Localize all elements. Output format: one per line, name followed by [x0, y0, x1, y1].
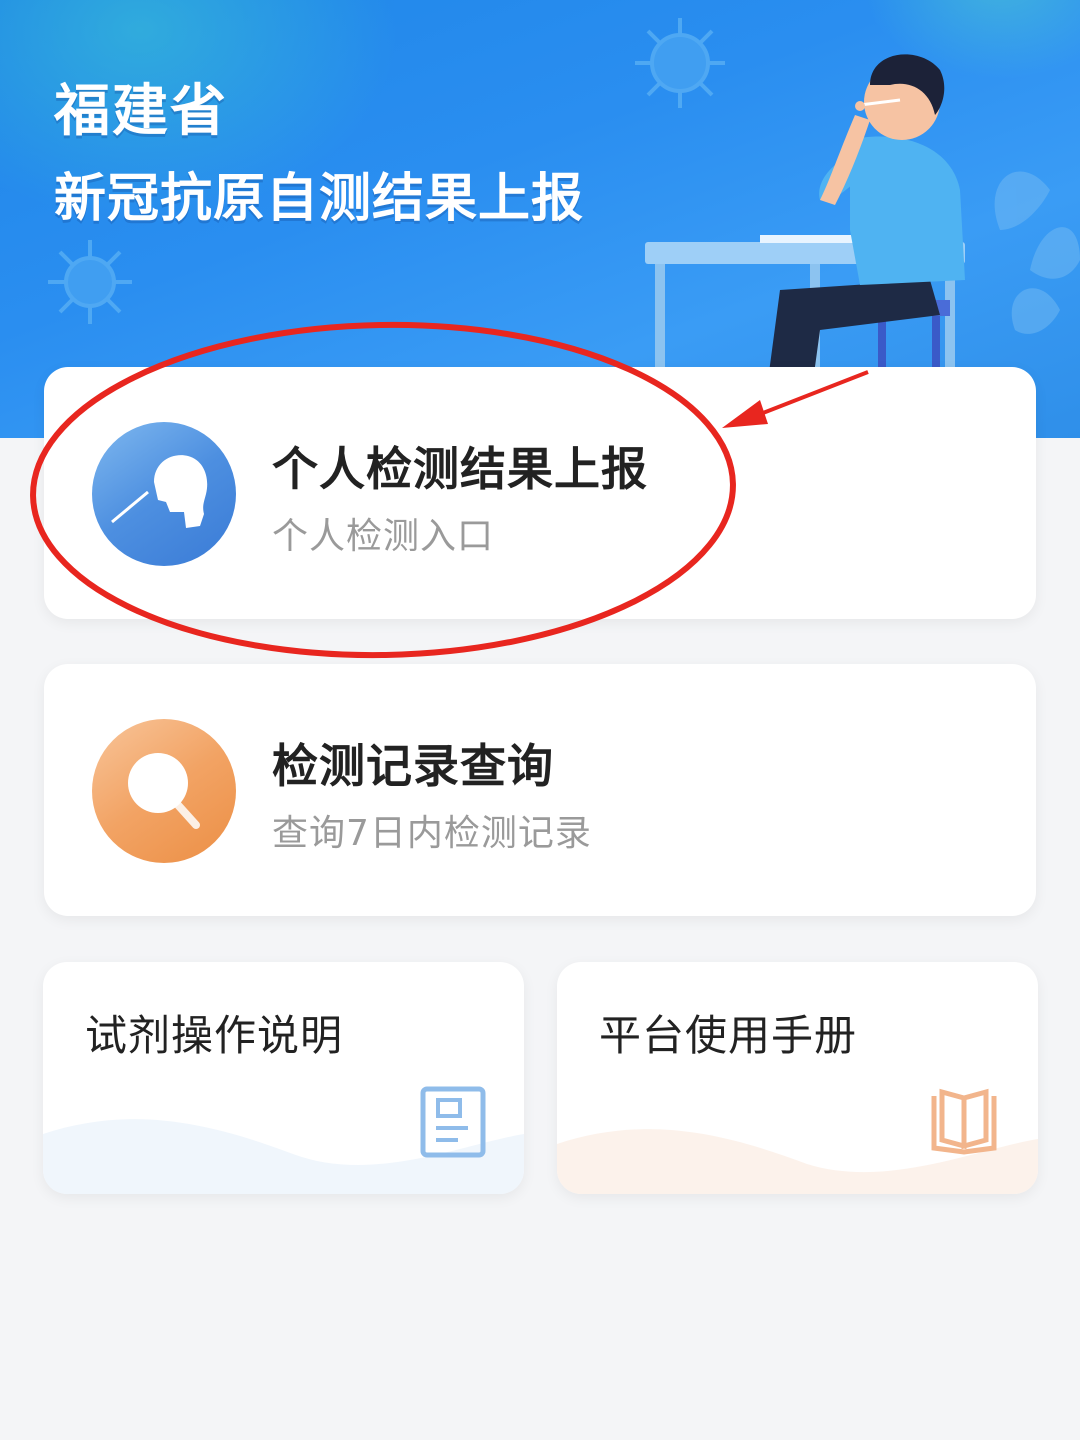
- personal-report-subtitle: 个人检测入口: [272, 516, 495, 557]
- reagent-guide-card[interactable]: 试剂操作说明: [43, 962, 524, 1194]
- platform-manual-card[interactable]: 平台使用手册: [557, 962, 1038, 1194]
- virus-decoration-icon: [48, 240, 132, 324]
- personal-report-card[interactable]: 个人检测结果上报 个人检测入口: [44, 367, 1036, 619]
- banner-title-main: 新冠抗原自测结果上报: [54, 169, 585, 229]
- open-book-icon: [931, 1088, 997, 1155]
- nasal-swab-icon: [92, 422, 236, 566]
- banner-title-province: 福建省: [54, 79, 228, 144]
- record-query-title: 检测记录查询: [272, 739, 554, 793]
- magnifier-icon: [92, 719, 236, 863]
- personal-report-title: 个人检测结果上报: [272, 442, 648, 496]
- page: 福建省 新冠抗原自测结果上报 个人检测结果上报 个人检测入口 检测记录查询 查询…: [0, 0, 1080, 1440]
- record-query-subtitle: 查询7日内检测记录: [272, 813, 592, 854]
- reagent-guide-title: 试剂操作说明: [85, 1011, 344, 1060]
- document-icon: [420, 1086, 486, 1158]
- platform-manual-title: 平台使用手册: [599, 1011, 858, 1060]
- record-query-card[interactable]: 检测记录查询 查询7日内检测记录: [44, 664, 1036, 916]
